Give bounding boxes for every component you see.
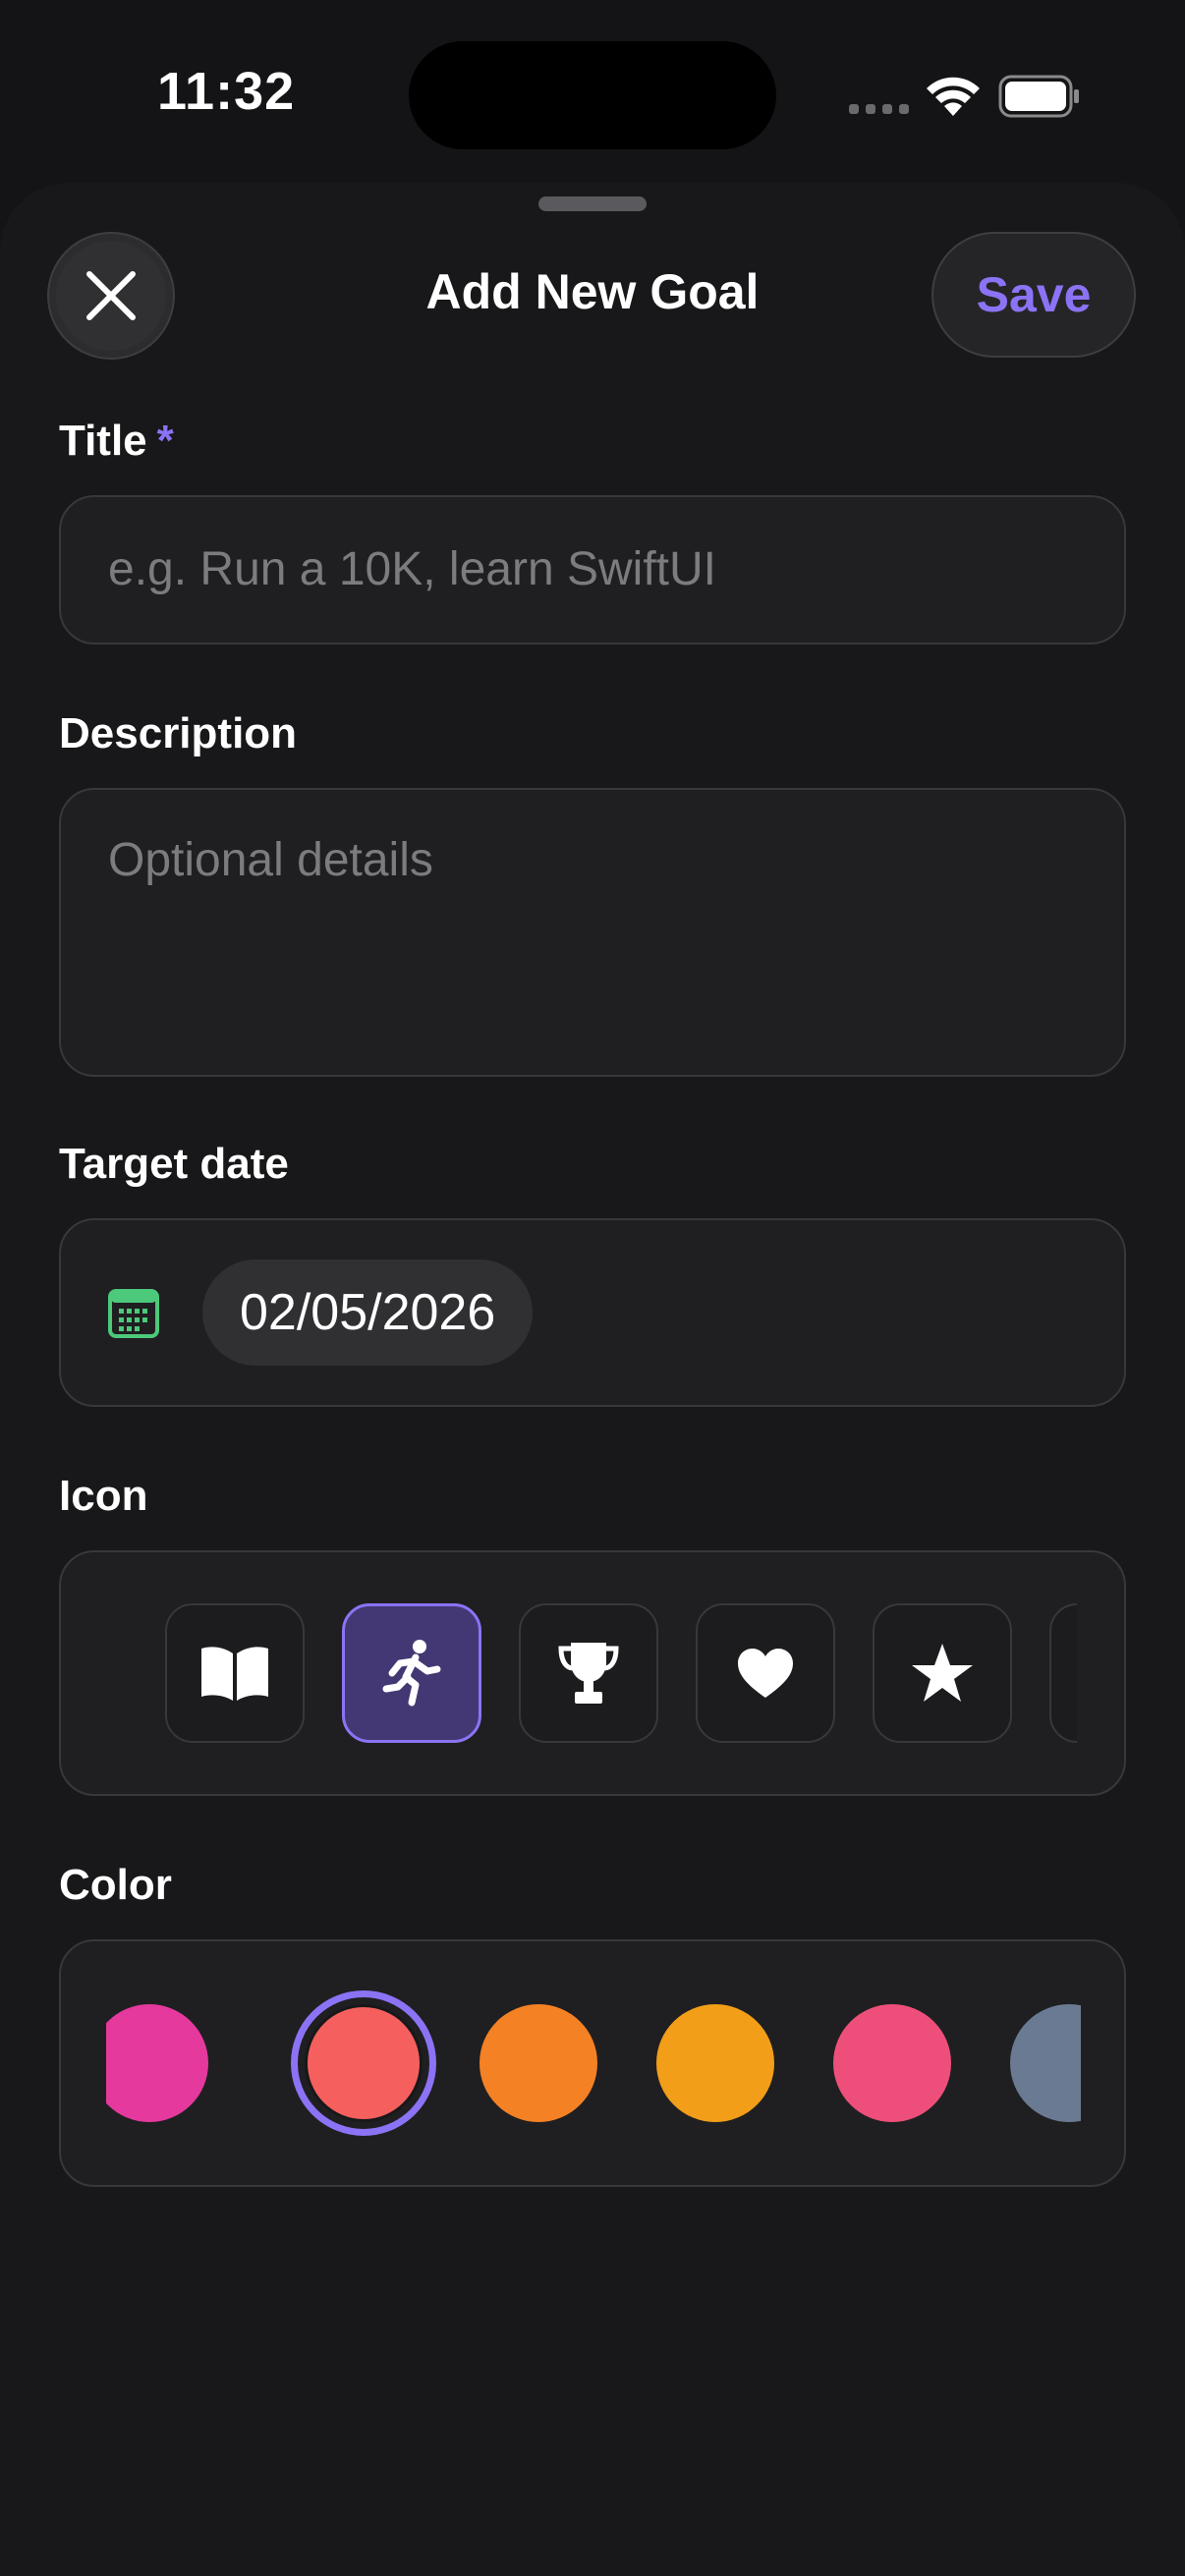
color-label: Color — [59, 1861, 172, 1909]
icon-option-running[interactable] — [342, 1603, 481, 1743]
icon-option-trophy[interactable] — [519, 1603, 658, 1743]
save-button[interactable]: Save — [931, 232, 1136, 358]
color-picker-scroll[interactable] — [106, 1990, 1081, 2138]
description-label: Description — [59, 709, 298, 757]
calendar-icon — [108, 1289, 159, 1338]
title-placeholder: e.g. Run a 10K, learn SwiftUI — [108, 543, 716, 595]
target-date-row: 02/05/2026 — [59, 1218, 1126, 1407]
required-marker: * — [156, 417, 174, 465]
title-input[interactable]: e.g. Run a 10K, learn SwiftUI — [59, 495, 1126, 644]
color-swatch[interactable] — [480, 2004, 597, 2122]
color-picker — [59, 1939, 1126, 2187]
cellular-signal-icon — [849, 104, 909, 114]
icon-option-book[interactable] — [165, 1603, 305, 1743]
star-icon — [912, 1644, 973, 1702]
color-swatch[interactable] — [656, 2004, 774, 2122]
icon-picker — [59, 1550, 1126, 1796]
icon-option-flag[interactable] — [1049, 1603, 1077, 1743]
description-textarea[interactable]: Optional details — [59, 788, 1126, 1077]
target-date-label: Target date — [59, 1140, 289, 1188]
title-label: Title * — [59, 417, 174, 465]
color-swatch-selected[interactable] — [291, 1990, 436, 2136]
book-icon — [201, 1647, 268, 1701]
running-figure-icon — [382, 1640, 441, 1707]
sheet-grabber[interactable] — [538, 196, 647, 211]
trophy-icon — [558, 1643, 619, 1704]
description-placeholder: Optional details — [108, 834, 433, 886]
date-picker-button[interactable]: 02/05/2026 — [202, 1260, 534, 1366]
icon-option-heart[interactable] — [696, 1603, 835, 1743]
color-swatch[interactable] — [1010, 2004, 1081, 2122]
icon-label: Icon — [59, 1472, 148, 1520]
color-swatch[interactable] — [833, 2004, 951, 2122]
wifi-icon — [927, 77, 980, 116]
color-swatch[interactable] — [106, 2004, 208, 2122]
heart-icon — [738, 1649, 793, 1698]
dynamic-island — [409, 41, 776, 149]
icon-option-star[interactable] — [873, 1603, 1012, 1743]
battery-icon — [998, 75, 1079, 118]
icon-picker-scroll[interactable] — [106, 1603, 1077, 1747]
status-time: 11:32 — [157, 62, 296, 121]
